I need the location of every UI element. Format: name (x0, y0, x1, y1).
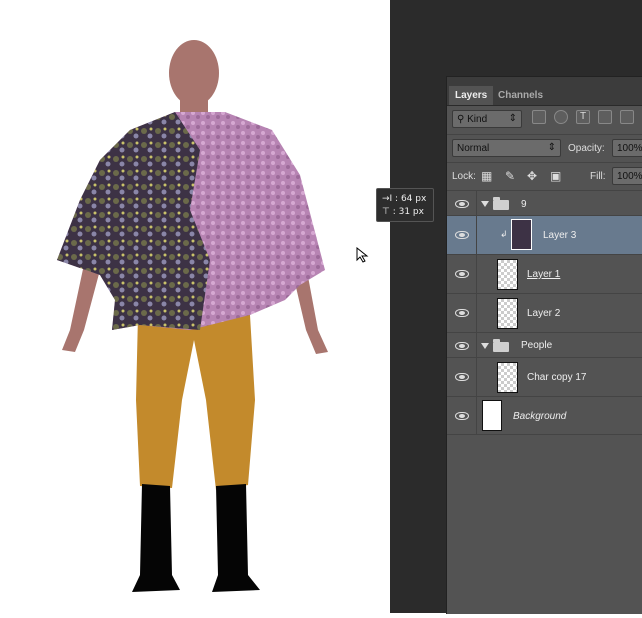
brush-icon[interactable]: ✎ (505, 169, 515, 183)
layer-thumbnail (511, 219, 532, 250)
eye-icon[interactable] (455, 309, 469, 317)
layer-name: 9 (521, 199, 527, 210)
shape-filter-icon[interactable] (598, 110, 612, 124)
layer-name: Layer 2 (527, 308, 561, 319)
expand-arrow-icon[interactable] (481, 201, 489, 207)
blend-mode-select[interactable]: Normal ⇕ (452, 139, 561, 157)
offset-x: →I : 64 px (382, 194, 427, 204)
eye-icon[interactable] (455, 231, 469, 239)
visibility-separator (476, 397, 477, 434)
layer-row-selected[interactable]: ↲ Layer 3 (447, 216, 642, 255)
layer-thumbnail (497, 259, 518, 290)
folder-icon (493, 339, 509, 352)
layer-group-9[interactable]: 9 (447, 190, 642, 216)
layer-row[interactable]: Char copy 17 (447, 358, 642, 397)
layer-thumbnail (497, 298, 518, 329)
layer-name: Layer 1 (527, 269, 561, 280)
image-filter-icon[interactable] (532, 110, 546, 124)
expand-arrow-icon[interactable] (481, 343, 489, 349)
layers-panel: Layers Channels ⚲ Kind ⇕ T Normal ⇕ Opac… (446, 76, 642, 614)
filter-kind-select[interactable]: ⚲ Kind ⇕ (452, 110, 522, 128)
visibility-separator (476, 216, 477, 254)
opacity-label: Opacity: (568, 143, 605, 154)
character-illustration (57, 40, 328, 592)
tab-channels[interactable]: Channels (492, 86, 549, 105)
visibility-separator (476, 255, 477, 293)
fill-label: Fill: (590, 171, 606, 182)
lock-label: Lock: (452, 171, 476, 182)
lock-transparent-icon[interactable]: ▦ (481, 169, 492, 183)
panel-tab-bar: Layers Channels (447, 77, 642, 106)
move-offset-tooltip: →I : 64 px ⊤ : 31 px (376, 188, 434, 222)
layer-group-people[interactable]: People (447, 333, 642, 358)
layer-name: Layer 3 (543, 230, 577, 241)
layer-name: Char copy 17 (527, 372, 587, 383)
layer-thumbnail (497, 362, 518, 393)
layer-row[interactable]: Layer 2 (447, 294, 642, 333)
layer-thumbnail (482, 400, 502, 431)
layer-name: People (521, 340, 553, 351)
adjustment-filter-icon[interactable] (554, 110, 568, 124)
layer-row-background[interactable]: Background (447, 397, 642, 435)
layer-name: Background (513, 411, 567, 422)
blend-row: Normal ⇕ Opacity: 100% (447, 134, 642, 161)
lock-row: Lock: ▦ ✎ ✥ ▣ Fill: 100% (447, 162, 642, 189)
folder-icon (493, 197, 509, 210)
eye-icon[interactable] (455, 342, 469, 350)
opacity-field[interactable]: 100% (612, 139, 642, 157)
visibility-separator (476, 191, 477, 215)
smart-object-filter-icon[interactable] (620, 110, 634, 124)
cursor-icon (356, 247, 369, 263)
updown-icon: ⇕ (547, 142, 556, 153)
eye-icon[interactable] (455, 200, 469, 208)
updown-icon: ⇕ (508, 113, 517, 124)
visibility-separator (476, 294, 477, 332)
fill-field[interactable]: 100% (612, 167, 642, 185)
type-filter-icon[interactable]: T (576, 110, 590, 124)
lock-icon[interactable]: ▣ (550, 169, 561, 183)
document-canvas[interactable] (0, 0, 390, 613)
move-icon[interactable]: ✥ (527, 169, 537, 183)
offset-y: ⊤ : 31 px (382, 207, 424, 217)
eye-icon[interactable] (455, 412, 469, 420)
blend-mode-value: Normal (457, 143, 490, 154)
clipping-mask-icon: ↲ (500, 229, 508, 239)
eye-icon[interactable] (455, 270, 469, 278)
eye-icon[interactable] (455, 373, 469, 381)
visibility-separator (476, 358, 477, 396)
search-icon: ⚲ (457, 114, 465, 125)
tab-layers[interactable]: Layers (449, 86, 494, 105)
layer-row[interactable]: Layer 1 (447, 255, 642, 294)
filter-kind-label: Kind (467, 114, 488, 125)
filter-row: ⚲ Kind ⇕ T (447, 106, 642, 133)
visibility-separator (476, 333, 477, 357)
